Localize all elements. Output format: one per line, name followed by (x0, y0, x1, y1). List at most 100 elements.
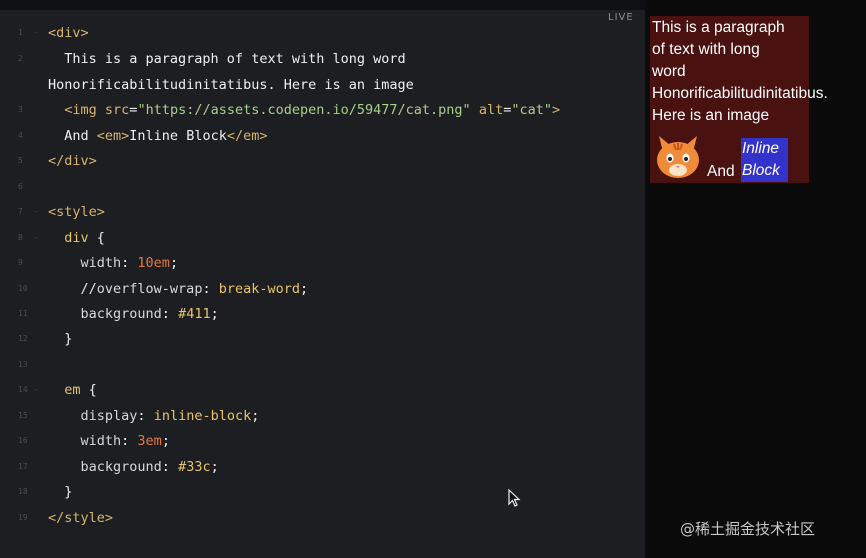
code-token: "cat" (511, 102, 552, 118)
code-token: : (161, 459, 179, 475)
fold-toggle-icon[interactable]: - (34, 227, 39, 249)
code-text: </div> (48, 150, 97, 172)
line-number: 5 (18, 156, 23, 165)
preview-em-inline-block: Inline Block (741, 138, 788, 182)
code-token: ; (210, 459, 219, 475)
code-token: <div> (48, 25, 89, 41)
code-line[interactable]: 15 display: inline-block; (0, 405, 645, 427)
code-text: background: #411; (48, 303, 219, 325)
code-text: <div> (48, 22, 89, 44)
line-number: 2 (18, 54, 23, 63)
code-token: ; (251, 408, 260, 424)
watermark: @稀土掘金技术社区 (680, 520, 816, 538)
code-text: background: #33c; (48, 456, 219, 478)
cat-image (657, 136, 699, 178)
code-token: overflow-wrap (96, 281, 203, 297)
fold-toggle-icon[interactable]: - (34, 379, 39, 401)
code-token: alt (478, 102, 504, 118)
code-text: em { (48, 379, 97, 401)
code-text: } (48, 481, 72, 503)
code-line[interactable]: 17 background: #33c; (0, 456, 645, 478)
code-token: inline-block (153, 408, 252, 424)
preview-em-line-2: Block (742, 162, 780, 179)
code-token: This is a paragraph of text with long wo… (48, 51, 406, 67)
fold-toggle-icon[interactable]: - (34, 201, 39, 223)
line-number: 19 (18, 513, 28, 522)
code-line[interactable]: 11 background: #411; (0, 303, 645, 325)
line-number: 15 (18, 411, 28, 420)
code-token: Inline Block (129, 128, 227, 144)
code-text: display: inline-block; (48, 405, 260, 427)
code-token: em (64, 382, 81, 398)
code-token: > (552, 102, 561, 118)
line-number: 13 (18, 360, 28, 369)
line-number: 3 (18, 105, 23, 114)
preview-line-2: of text with long (652, 41, 760, 58)
code-line[interactable]: 2 This is a paragraph of text with long … (0, 48, 645, 70)
code-line[interactable]: Honorificabilitudinitatibus. Here is an … (0, 74, 645, 96)
code-line[interactable]: 5 </div> (0, 150, 645, 172)
preview-line-5: Here is an image (652, 107, 770, 124)
code-token: <img (64, 102, 105, 118)
preview-em-line-1: Inline (742, 140, 780, 157)
code-token: break-word (218, 281, 300, 297)
code-token: width (80, 433, 122, 449)
line-number: 6 (18, 182, 23, 191)
code-token: : (121, 255, 138, 271)
code-line[interactable]: 16 width: 3em; (0, 430, 645, 452)
code-token: src (104, 102, 130, 118)
code-token: ; (210, 306, 219, 322)
code-token: ; (169, 255, 179, 271)
code-line[interactable]: 19 </style> (0, 507, 645, 529)
code-line[interactable]: 3 <img src="https://assets.codepen.io/59… (0, 99, 645, 121)
line-number: 18 (18, 487, 28, 496)
preview-line-1: This is a paragraph (652, 19, 785, 36)
code-text: } (48, 328, 72, 350)
code-token: ; (161, 433, 170, 449)
line-number: 12 (18, 334, 28, 343)
code-line[interactable]: 6 (0, 176, 645, 198)
code-token: } (48, 484, 73, 500)
code-line[interactable]: 4 And <em>Inline Block</em> (0, 125, 645, 147)
code-token: width (80, 255, 122, 271)
code-token: background (80, 306, 162, 322)
code-token: : (137, 408, 154, 424)
preview-line-4: Honorificabilitudinitatibus. (652, 85, 828, 102)
code-token: #411 (178, 306, 211, 322)
code-line[interactable]: 12 } (0, 328, 645, 350)
code-token: </style> (48, 510, 114, 526)
code-token: : (121, 433, 138, 449)
code-line[interactable]: 7- <style> (0, 201, 645, 223)
fold-toggle-icon[interactable]: - (34, 22, 39, 44)
line-number: 17 (18, 462, 28, 471)
code-token: // (80, 281, 97, 297)
code-text: This is a paragraph of text with long wo… (48, 48, 406, 70)
code-line[interactable]: 1- <div> (0, 22, 645, 44)
code-line[interactable]: 13 (0, 354, 645, 376)
code-token: : (202, 281, 219, 297)
code-editor[interactable]: 1- <div> 2 This is a paragraph of text wit… (0, 10, 645, 558)
code-token: display (80, 408, 138, 424)
code-text: div { (48, 227, 105, 249)
code-token: : (161, 306, 179, 322)
code-line[interactable]: 9 width: 10em; (0, 252, 645, 274)
mouse-cursor-icon (508, 489, 521, 507)
code-token: <em> (96, 128, 130, 144)
code-line[interactable]: 18 } (0, 481, 645, 503)
line-number: 9 (18, 258, 23, 267)
code-line[interactable]: 10 //overflow-wrap: break-word; (0, 278, 645, 300)
code-line[interactable]: 8- div { (0, 227, 645, 249)
code-token: { (88, 230, 105, 246)
line-number: 11 (18, 309, 28, 318)
code-token: 3em (137, 433, 162, 449)
code-text: <img src="https://assets.codepen.io/5947… (48, 99, 560, 121)
code-line[interactable]: 14- em { (0, 379, 645, 401)
